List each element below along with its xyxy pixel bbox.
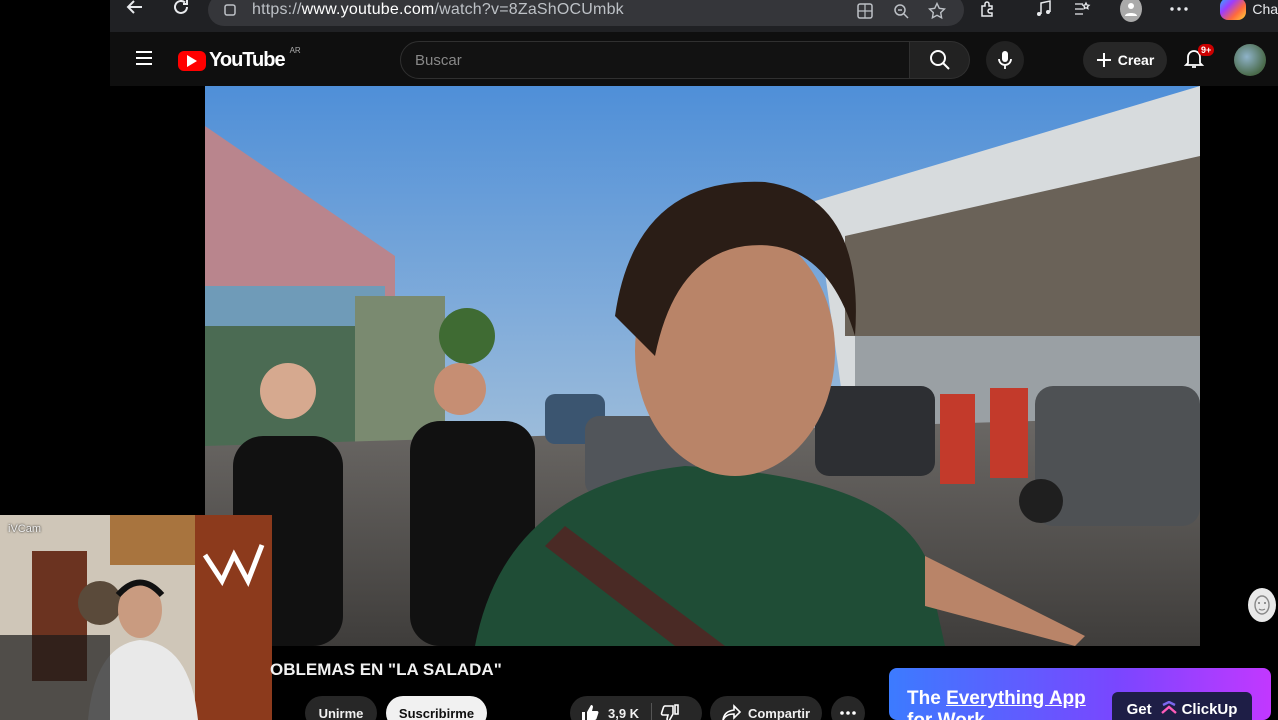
- url-prefix: https://: [252, 1, 302, 18]
- profile-avatar[interactable]: [1119, 0, 1142, 22]
- thumbs-down-icon: [660, 704, 679, 720]
- url-text: https://www.youtube.com/watch?v=8ZaShOCU…: [252, 1, 624, 19]
- more-menu-icon[interactable]: [1170, 0, 1189, 20]
- logo-country-code: AR: [289, 46, 301, 55]
- subscribe-label: Suscribirme: [398, 705, 475, 720]
- create-button[interactable]: Crear: [1083, 42, 1167, 78]
- ad-headline-part2: for Work: [907, 710, 985, 720]
- floating-face-widget[interactable]: [1248, 588, 1276, 622]
- notifications-button[interactable]: 9+: [1182, 44, 1215, 74]
- reload-icon: [174, 0, 188, 14]
- dislike-button[interactable]: [660, 703, 680, 720]
- webcam-label: iVCam: [8, 523, 42, 535]
- youtube-play-icon: [178, 50, 206, 71]
- extensions-puzzle-icon[interactable]: [978, 0, 997, 20]
- face-icon: [1254, 595, 1270, 615]
- like-button[interactable]: 3,9 K: [580, 703, 639, 720]
- webcam-overlay: iVCam: [0, 515, 272, 720]
- browser-toolbar-right: Cha: [978, 0, 1278, 24]
- address-bar[interactable]: https://www.youtube.com/watch?v=8ZaShOCU…: [208, 0, 964, 26]
- share-button[interactable]: Compartir: [710, 696, 822, 720]
- share-label: Compartir: [747, 705, 811, 720]
- screen: https://www.youtube.com/watch?v=8ZaShOCU…: [0, 0, 1278, 720]
- search-input[interactable]: [415, 51, 909, 69]
- guide-menu-button[interactable]: [134, 48, 154, 73]
- hamburger-menu-icon: [136, 51, 152, 65]
- plus-icon: [1096, 53, 1111, 67]
- webcam-frame: [0, 515, 272, 720]
- thumbs-up-icon: [582, 705, 599, 720]
- copilot-button[interactable]: Cha: [1220, 0, 1278, 20]
- microphone-icon: [998, 51, 1012, 69]
- address-bar-actions: [854, 0, 948, 22]
- url-host: www.youtube.com: [301, 1, 435, 18]
- logo-wordmark: YouTube: [209, 49, 286, 71]
- search-icon: [929, 50, 950, 70]
- share-icon: [722, 704, 742, 720]
- youtube-header: YouTube AR Crear 9+: [110, 32, 1278, 86]
- like-divider: [651, 703, 653, 720]
- video-title: OBLEMAS EN "LA SALADA": [270, 660, 502, 679]
- create-label: Crear: [1117, 52, 1155, 68]
- join-button[interactable]: Unirme: [305, 696, 377, 720]
- voice-search-button[interactable]: [986, 41, 1024, 79]
- ad-headline-link[interactable]: Everything App: [946, 688, 1086, 709]
- get-clickup-button[interactable]: Get ClickUp: [1112, 692, 1252, 720]
- notifications-badge: 9+: [1198, 44, 1215, 56]
- copilot-label: Cha: [1252, 1, 1278, 17]
- like-count: 3,9 K: [608, 705, 640, 720]
- join-label: Unirme: [318, 705, 364, 720]
- video-player[interactable]: [205, 86, 1200, 646]
- app-install-icon[interactable]: [854, 0, 876, 22]
- favorites-icon[interactable]: [1073, 0, 1092, 20]
- more-horizontal-icon: [840, 711, 856, 715]
- ad-headline: The Everything App for Work: [907, 688, 1086, 720]
- media-control-icon[interactable]: [1035, 0, 1054, 20]
- star-icon[interactable]: [926, 0, 948, 22]
- account-avatar[interactable]: [1234, 44, 1266, 76]
- back-button[interactable]: [120, 0, 150, 22]
- ad-cta-prefix: Get: [1126, 700, 1152, 718]
- url-path: /watch?v=8ZaShOCUmbk: [434, 1, 624, 18]
- browser-toolbar: https://www.youtube.com/watch?v=8ZaShOCU…: [110, 0, 1278, 32]
- clickup-logo-icon: [1160, 701, 1177, 714]
- person-icon: [1124, 3, 1137, 16]
- reload-button[interactable]: [166, 0, 196, 22]
- ad-headline-part1: The: [907, 688, 941, 709]
- more-actions-button[interactable]: [831, 696, 865, 720]
- ad-cta-brand: ClickUp: [1181, 700, 1238, 718]
- copilot-icon: [1220, 0, 1247, 20]
- search-button[interactable]: [910, 41, 970, 79]
- subscribe-button[interactable]: Suscribirme: [386, 696, 487, 720]
- like-dislike-group: 3,9 K: [570, 696, 702, 720]
- search-box[interactable]: [400, 41, 910, 79]
- zoom-icon[interactable]: [890, 0, 912, 22]
- clickup-ad-banner[interactable]: The Everything App for Work Get ClickUp: [889, 668, 1271, 720]
- back-arrow-icon: [126, 0, 142, 14]
- video-frame: [205, 86, 1200, 646]
- site-info-icon[interactable]: [222, 2, 238, 18]
- youtube-logo[interactable]: YouTube AR: [178, 46, 301, 72]
